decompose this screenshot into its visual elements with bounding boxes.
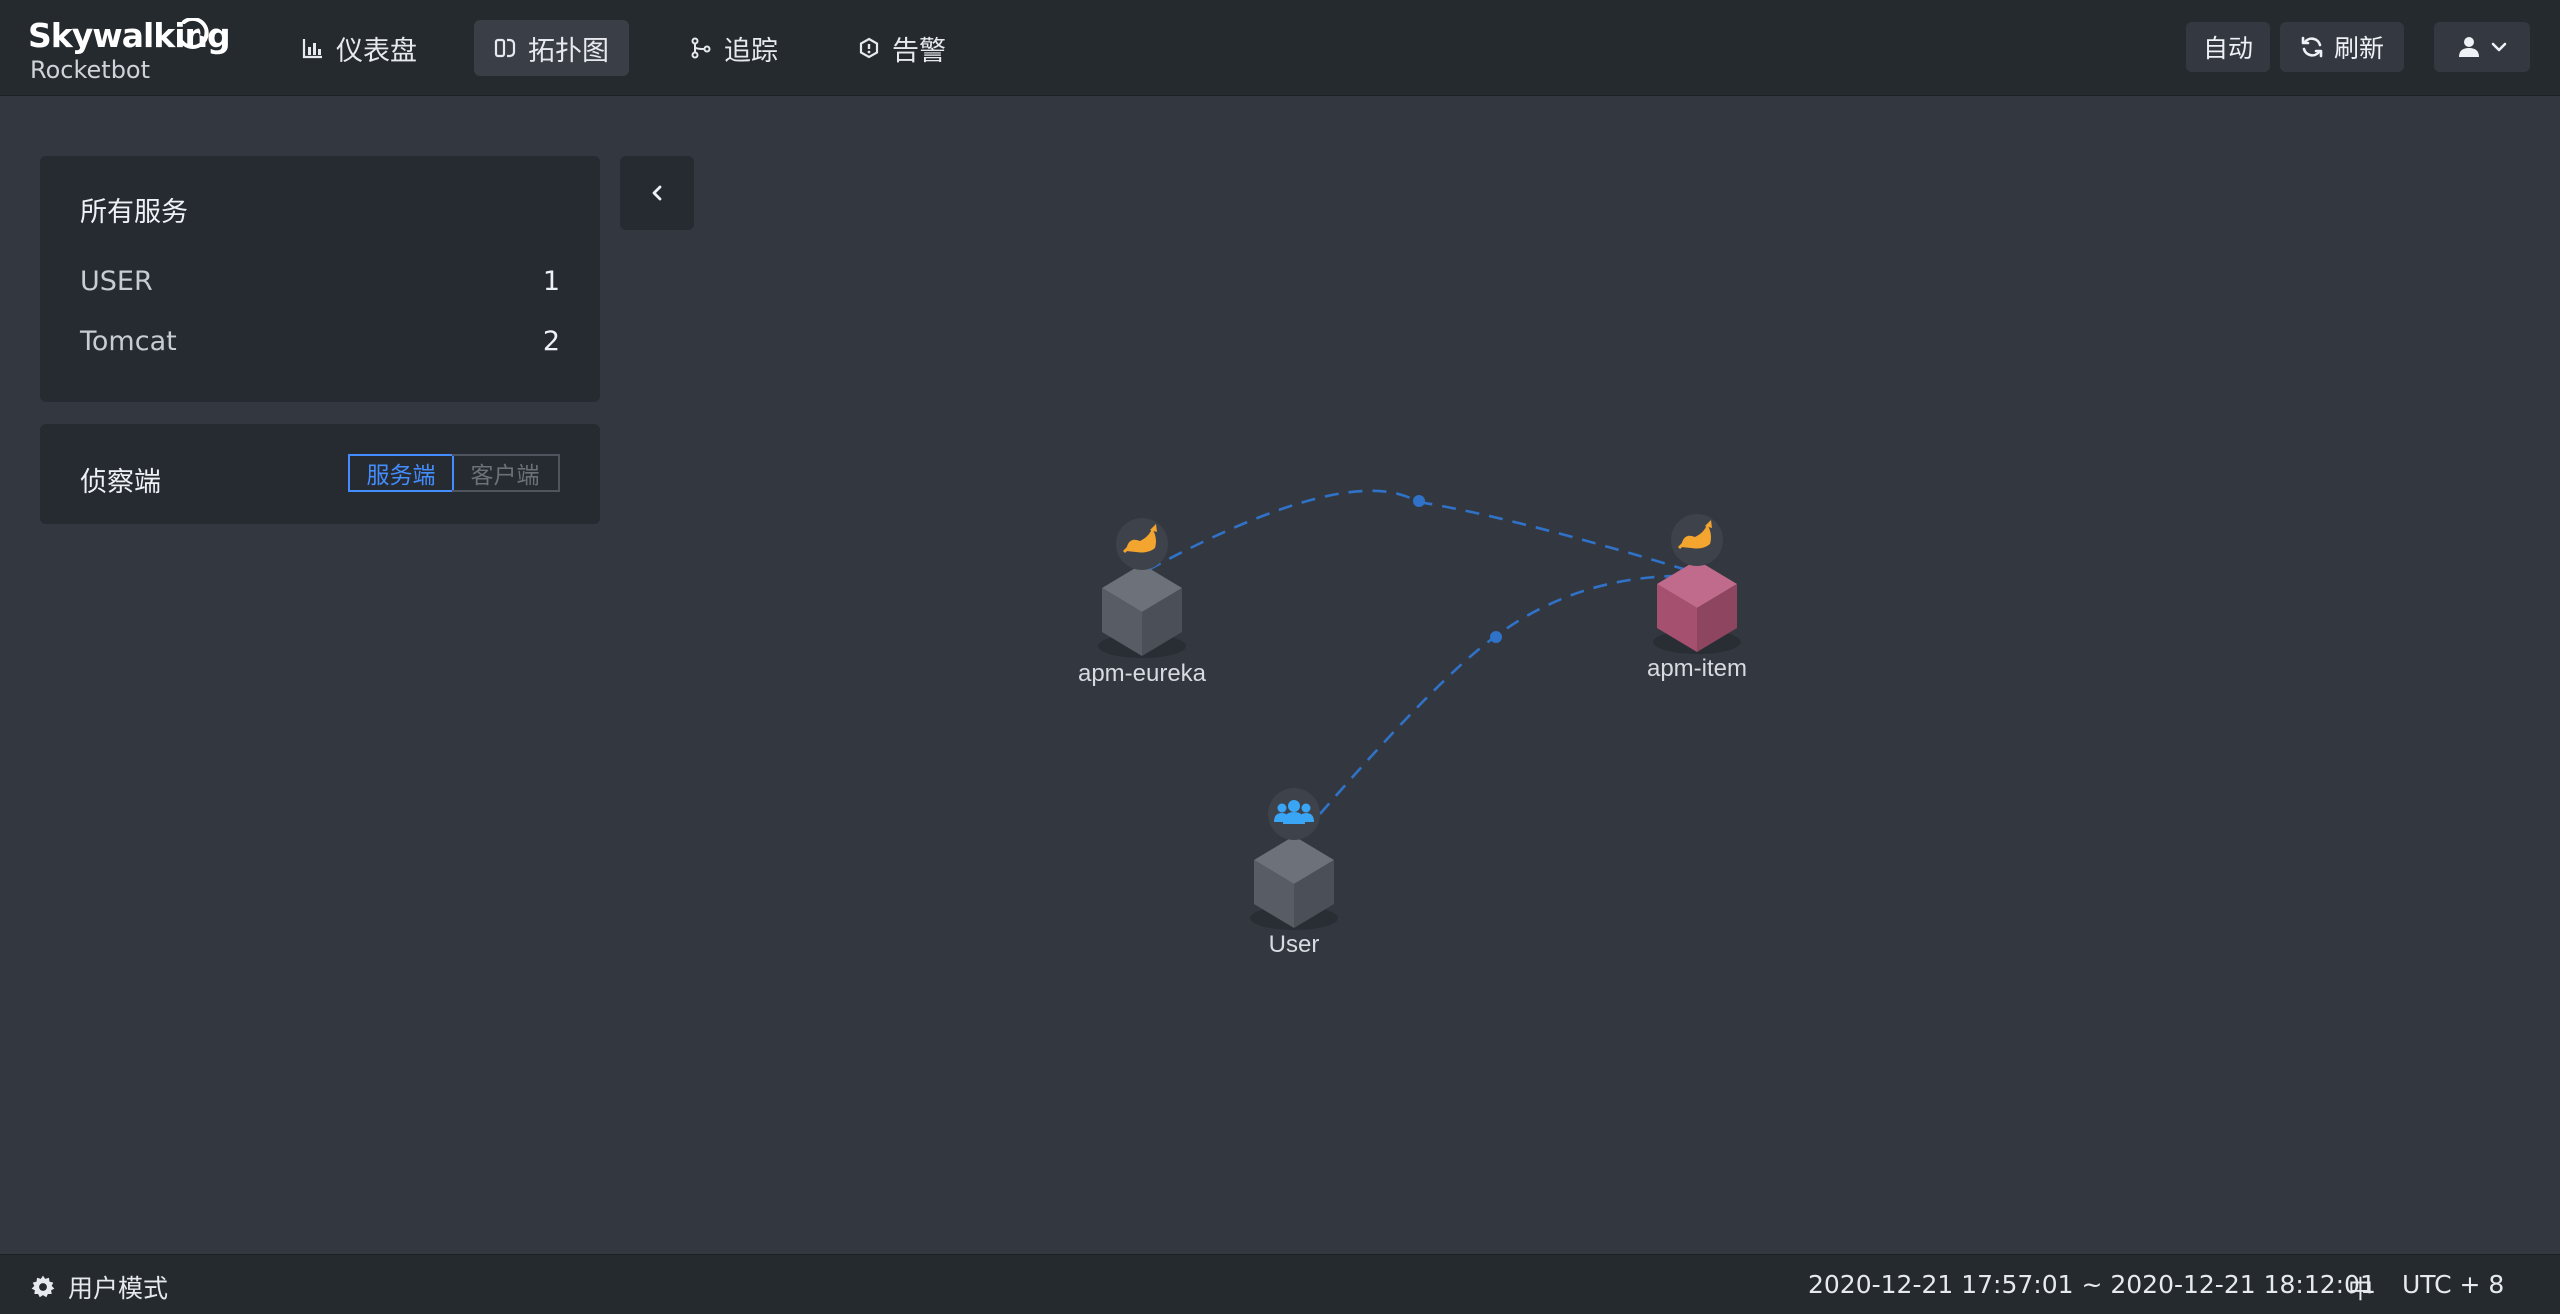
- service-name: USER: [80, 266, 153, 297]
- user-mode-label: 用户模式: [68, 1274, 169, 1303]
- user-icon: [2459, 37, 2479, 57]
- refresh-label: 刷新: [2333, 34, 2384, 63]
- collapse-sidebar-button[interactable]: [620, 156, 694, 230]
- edge-user-item[interactable]: [1319, 574, 1691, 815]
- node-apm-eureka[interactable]: apm-eureka: [1078, 518, 1207, 687]
- node-apm-item[interactable]: apm-item: [1647, 514, 1747, 682]
- nav-dashboard[interactable]: 仪表盘: [282, 20, 437, 76]
- refresh-icon: [2301, 36, 2323, 58]
- chevron-left-icon: [652, 185, 662, 201]
- chevron-down-icon: [2491, 42, 2507, 52]
- nav-alarm-label: 告警: [892, 35, 946, 67]
- trace-icon: [691, 37, 711, 59]
- edge-eureka-item-dot[interactable]: [1413, 495, 1425, 507]
- services-panel-title: 所有服务: [80, 197, 188, 228]
- top-navbar: Skywalking Rocketbot 仪表盘 拓扑图 追踪 告警 自动 刷新: [0, 0, 2560, 96]
- services-panel: 所有服务 USER 1 Tomcat 2: [40, 156, 600, 402]
- nav-topology-label: 拓扑图: [528, 35, 609, 67]
- service-name: Tomcat: [80, 326, 177, 357]
- detect-point-panel: 侦察端 服务端 客户端: [40, 424, 600, 524]
- logo-subtitle: Rocketbot: [30, 56, 151, 84]
- nav-alarm[interactable]: 告警: [838, 20, 966, 76]
- service-row-tomcat[interactable]: Tomcat 2: [80, 326, 560, 366]
- service-row-user[interactable]: USER 1: [80, 266, 560, 306]
- nav-trace[interactable]: 追踪: [670, 20, 798, 76]
- node-label-apm-item: apm-item: [1647, 655, 1747, 682]
- chart-icon: [302, 39, 322, 59]
- nav-topology[interactable]: 拓扑图: [474, 20, 629, 76]
- node-label-apm-eureka: apm-eureka: [1078, 660, 1207, 687]
- user-menu-button[interactable]: [2434, 22, 2530, 72]
- gear-icon: [31, 1275, 55, 1298]
- timezone-display[interactable]: UTC + 8: [2402, 1270, 2504, 1299]
- language-toggle[interactable]: 中: [2348, 1270, 2373, 1306]
- service-count: 2: [542, 326, 560, 357]
- auto-refresh-button[interactable]: 自动: [2186, 22, 2270, 72]
- footer-bar: 用户模式 2020-12-21 17:57:01 ~ 2020-12-21 18…: [0, 1254, 2560, 1314]
- logo-arc-icon: [180, 18, 209, 49]
- node-user[interactable]: User: [1250, 788, 1338, 958]
- refresh-button[interactable]: 刷新: [2280, 22, 2404, 72]
- client-side-toggle[interactable]: 客户端: [452, 454, 560, 492]
- topology-icon: [494, 38, 516, 58]
- nav-trace-label: 追踪: [724, 35, 778, 67]
- skywalking-logo[interactable]: Skywalking Rocketbot: [28, 16, 231, 86]
- service-count: 1: [542, 266, 560, 297]
- nav-dashboard-label: 仪表盘: [336, 35, 417, 67]
- user-mode-button[interactable]: 用户模式: [30, 1269, 168, 1305]
- alarm-icon: [859, 37, 879, 59]
- detect-point-title: 侦察端: [80, 467, 161, 498]
- node-label-user: User: [1269, 931, 1320, 958]
- auto-refresh-label: 自动: [2202, 34, 2253, 63]
- edge-user-item-dot[interactable]: [1490, 631, 1502, 643]
- server-side-toggle[interactable]: 服务端: [348, 454, 454, 492]
- time-range-display[interactable]: 2020-12-21 17:57:01 ~ 2020-12-21 18:12:0…: [1808, 1270, 2376, 1299]
